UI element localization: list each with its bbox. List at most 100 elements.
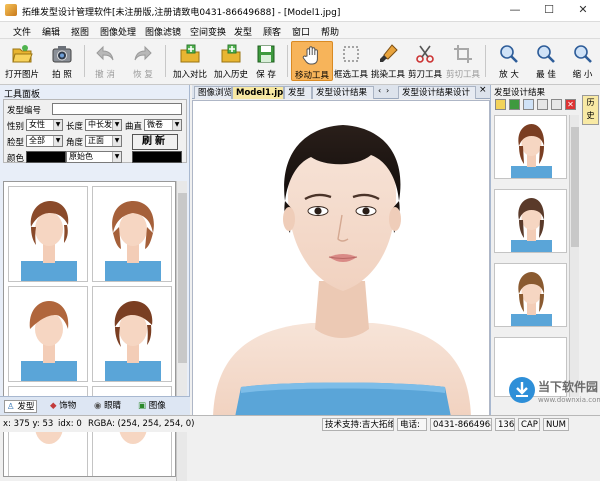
maximize-button[interactable]: ☐	[532, 0, 566, 22]
hairstyle-thumb[interactable]	[8, 286, 88, 382]
watermark: 当下软件园 www.downxia.com	[508, 374, 600, 418]
document-tabs: 图像浏览 Model1.jpg 发型 发型设计结果 ‹ › 发型设计结果设计 ×	[192, 85, 490, 99]
result-scrollbar[interactable]	[569, 115, 579, 397]
image-tab-icon: ▣	[138, 401, 147, 411]
camera-button[interactable]: 拍 照	[43, 41, 81, 81]
zoom-out-label: 缩 小	[572, 70, 593, 80]
menu-edit[interactable]: 编辑	[42, 25, 60, 38]
undo-button[interactable]: 撤 消	[87, 41, 123, 81]
tab-accessory-label: 饰物	[59, 401, 77, 411]
tab-close-button[interactable]: ×	[479, 85, 487, 95]
tab-eyes[interactable]: ◉ 眼睛	[92, 400, 123, 413]
watermark-text: 当下软件园	[538, 380, 599, 394]
color-preview[interactable]	[132, 151, 182, 163]
result-scroll-thumb[interactable]	[571, 127, 579, 247]
length-select[interactable]: 中长发 ▼	[85, 119, 122, 131]
menu-help[interactable]: 帮助	[321, 25, 339, 38]
tab-hairstyle-doc[interactable]: 发型	[284, 86, 312, 99]
tab-image-browser[interactable]: 图像浏览	[194, 86, 232, 99]
crop-icon	[454, 45, 472, 63]
face-label: 脸型	[7, 138, 25, 148]
marquee-tool-button[interactable]: 框选工具	[333, 41, 369, 81]
status-coordinates: x: 375 y: 53	[3, 419, 54, 429]
status-rgba: RGBA: (254, 254, 254, 0)	[88, 419, 195, 429]
menu-hairstyle[interactable]: 发型	[234, 25, 252, 38]
curl-value: 微卷	[147, 120, 163, 129]
zoom-in-icon	[500, 45, 518, 63]
result-thumb[interactable]	[494, 263, 567, 327]
redo-label: 恢 复	[133, 70, 153, 80]
menu-cutout[interactable]: 抠图	[71, 25, 89, 38]
tab-image[interactable]: ▣ 图像	[136, 400, 168, 413]
save-button[interactable]: 保 存	[252, 41, 280, 81]
color-select[interactable]: 原始色 ▼	[66, 151, 122, 163]
menu-image-processing[interactable]: 图像处理	[100, 25, 136, 38]
toolbar-separator	[165, 45, 166, 77]
gallery-scrollbar[interactable]	[176, 181, 187, 481]
menu-file[interactable]: 文件	[13, 25, 31, 38]
save-result-icon[interactable]	[509, 99, 520, 110]
zoom-fit-button[interactable]: 最 佳	[528, 41, 564, 81]
scissors-tool-label: 剪刀工具	[407, 70, 442, 80]
tab-image-label: 图像	[148, 401, 166, 411]
crop-tool-button[interactable]: 剪切工具	[444, 41, 482, 81]
result-thumb[interactable]	[494, 189, 567, 253]
history-side-tab[interactable]: 历史	[582, 95, 599, 125]
result-thumb[interactable]	[494, 115, 567, 179]
gender-select[interactable]: 女性 ▼	[26, 119, 63, 131]
blank-page-icon[interactable]	[537, 99, 548, 110]
refresh-button[interactable]: 刷新	[132, 134, 178, 150]
chevron-down-icon: ▼	[112, 120, 121, 130]
save-icon	[257, 45, 275, 63]
tab-design-result-2[interactable]: 发型设计结果设计	[398, 86, 476, 99]
hair-id-input[interactable]	[52, 103, 182, 115]
minimize-button[interactable]: —	[498, 0, 532, 22]
tab-design-result[interactable]: 发型设计结果	[312, 86, 374, 99]
add-compare-button[interactable]: 加入对比	[170, 41, 210, 81]
menu-space-transform[interactable]: 空间变换	[190, 25, 226, 38]
model-image[interactable]	[193, 101, 490, 416]
brush-icon	[380, 44, 398, 62]
zoom-in-button[interactable]: 放 大	[491, 41, 527, 81]
status-field-136: 136	[495, 418, 515, 431]
curl-select[interactable]: 微卷 ▼	[144, 119, 182, 131]
tab-model1[interactable]: Model1.jpg	[232, 86, 284, 99]
tab-nav-right[interactable]: ›	[386, 86, 389, 95]
tab-hairstyle-label: 发型	[17, 402, 35, 412]
hairstyle-thumb[interactable]	[8, 186, 88, 282]
hair-filter-form: 发型编号 性别 女性 ▼ 长度 中长发 ▼ 曲直 微卷 ▼ 脸型 全部 ▼ 角度…	[3, 99, 187, 164]
hairstyle-thumb[interactable]	[92, 186, 172, 282]
export-icon[interactable]	[523, 99, 534, 110]
add-history-button[interactable]: 加入历史	[211, 41, 251, 81]
zoom-out-button[interactable]: 缩 小	[565, 41, 600, 81]
zoom-fit-label: 最 佳	[536, 70, 556, 80]
folder-icon[interactable]	[495, 99, 506, 110]
hair-id-label: 发型编号	[7, 106, 42, 116]
copy-icon[interactable]	[551, 99, 562, 110]
dye-tool-button[interactable]: 挑染工具	[370, 41, 406, 81]
camera-label: 拍 照	[52, 70, 72, 80]
accessory-tab-icon: ◆	[50, 401, 57, 411]
menu-image-filter[interactable]: 图像滤镜	[145, 25, 181, 38]
menu-customer[interactable]: 顾客	[263, 25, 281, 38]
window-title: 拓维发型设计管理软件[未注册版,注册请致电0431-86649688] - [M…	[22, 8, 341, 18]
delete-result-icon[interactable]: ✕	[565, 99, 576, 110]
gender-label: 性别	[7, 122, 25, 132]
hairstyle-thumb[interactable]	[92, 286, 172, 382]
chevron-down-icon: ▼	[112, 152, 121, 162]
tab-nav-left[interactable]: ‹	[378, 86, 381, 95]
gallery-scroll-thumb[interactable]	[178, 193, 187, 363]
open-image-button[interactable]: 打开图片	[3, 41, 41, 81]
face-select[interactable]: 全部 ▼	[26, 135, 63, 147]
angle-label: 角度	[66, 138, 84, 148]
scissors-tool-button[interactable]: 剪刀工具	[407, 41, 443, 81]
color-swatch[interactable]	[26, 151, 66, 163]
move-tool-button[interactable]: 移动工具	[291, 41, 333, 81]
tab-accessory[interactable]: ◆ 饰物	[48, 400, 78, 413]
redo-button[interactable]: 恢 复	[125, 41, 161, 81]
angle-select[interactable]: 正面 ▼	[85, 135, 122, 147]
close-button[interactable]: ✕	[566, 0, 600, 22]
tab-hairstyle[interactable]: ♙ 发型	[4, 400, 38, 413]
menu-window[interactable]: 窗口	[292, 25, 310, 38]
image-canvas[interactable]	[192, 100, 490, 416]
